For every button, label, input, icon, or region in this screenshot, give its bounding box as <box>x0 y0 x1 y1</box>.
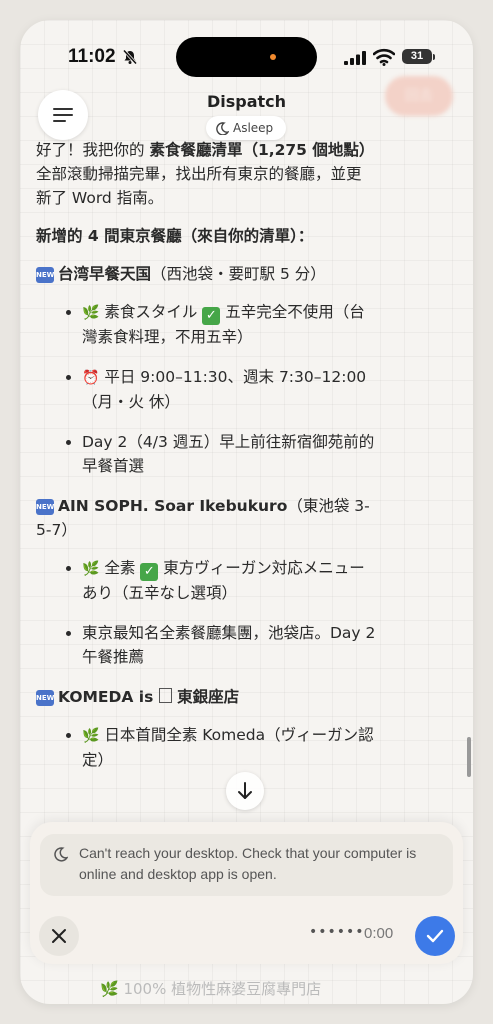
bullet-text: 東京最知名全素餐廳集團，池袋店。Day 2 午餐推薦 <box>82 624 376 666</box>
check-icon: ✓ <box>202 307 221 325</box>
status-label: Asleep <box>233 121 274 135</box>
voice-input-panel: Can't reach your desktop. Check that you… <box>30 822 463 964</box>
scrollbar[interactable] <box>467 737 471 777</box>
confirm-button[interactable] <box>415 916 455 956</box>
bullet-text: Day 2（4/3 週五）早上前往新宿御苑前的早餐首選 <box>82 433 375 475</box>
check-icon: ✓ <box>140 563 159 581</box>
restaurant-name: KOMEDA is <box>58 688 159 706</box>
battery-tip <box>433 54 435 60</box>
wifi-icon <box>373 48 395 66</box>
restaurant-title: NEW KOMEDA is 東銀座店 <box>36 685 376 709</box>
checkmark-icon <box>426 929 444 943</box>
bullet-lead: 全素 <box>99 559 141 577</box>
list-item: 東京最知名全素餐廳集團，池袋店。Day 2 午餐推薦 <box>82 621 376 669</box>
intro-rest: 全部滾動掃描完畢，找出所有東京的餐廳，並更新了 Word 指南。 <box>36 165 362 207</box>
blurred-action-button[interactable]: 回去 <box>385 76 453 116</box>
notice-text: Can't reach your desktop. Check that you… <box>79 845 417 882</box>
status-badge: Asleep <box>206 116 286 140</box>
status-time: 11:02 <box>68 46 116 67</box>
herb-icon: 🌿 <box>82 728 100 744</box>
intro-paragraph: 好了！我把你的 素食餐廳清單（1,275 個地點） 全部滾動掃描完畢，找出所有東… <box>36 138 376 210</box>
intro-lead: 好了！我把你的 <box>36 141 150 159</box>
alarm-clock-icon: ⏰ <box>82 370 100 386</box>
herb-icon: 🌿 <box>82 305 100 321</box>
bullet-text: 日本首間全素 Komeda（ヴィーガン認定） <box>82 726 374 769</box>
list-item: 🌿 素食スタイル ✓ 五辛完全不使用（台灣素食料理，不用五辛） <box>82 300 376 349</box>
restaurant-location: （西池袋・要町駅 5 分） <box>151 265 326 283</box>
list-item: ⏰ 平日 9:00–11:30、週末 7:30–12:00（月・火 休） <box>82 365 376 414</box>
list-item: Day 2（4/3 週五）早上前往新宿御苑前的早餐首選 <box>82 430 376 478</box>
restaurant-details: 🌿 全素 ✓ 東方ヴィーガン対応メニューあり（五辛なし選項） 東京最知名全素餐廳… <box>36 556 376 669</box>
restaurant-name: 台湾早餐天国 <box>58 265 152 283</box>
audio-level-indicator: •••••• <box>309 924 365 940</box>
new-badge-icon: NEW <box>36 690 54 706</box>
bell-muted-icon <box>122 49 138 65</box>
connection-notice: Can't reach your desktop. Check that you… <box>40 834 453 896</box>
phone-screen: 11:02 31 Dispatch Asleep 回去 好了！我把你的 素食餐廳… <box>20 20 473 1004</box>
cellular-signal-icon <box>344 51 366 65</box>
restaurant-title: NEW AIN SOPH. Soar Ikebukuro（東池袋 3-5-7） <box>36 494 376 542</box>
recording-timer: 0:00 <box>364 925 394 942</box>
section-heading-text: 新增的 4 間東京餐廳（來自你的清單）： <box>36 227 314 245</box>
restaurant-name: AIN SOPH. Soar Ikebukuro <box>58 497 288 515</box>
herb-icon: 🌿 <box>82 561 100 577</box>
new-badge-icon: NEW <box>36 499 54 515</box>
cancel-button[interactable] <box>39 916 79 956</box>
assistant-message: 好了！我把你的 素食餐廳清單（1,275 個地點） 全部滾動掃描完畢，找出所有東… <box>36 138 376 838</box>
arrow-down-icon <box>238 782 252 799</box>
obscured-list-item: 🌿 100% 植物性麻婆豆腐專門店 <box>100 980 322 998</box>
restaurant-name-suffix: 東銀座店 <box>171 688 240 706</box>
intro-bold: 素食餐廳清單（1,275 個地點） <box>149 141 375 159</box>
bullet-lead: 素食スタイル <box>99 303 203 321</box>
section-heading: 新增的 4 間東京餐廳（來自你的清單）： <box>36 224 376 248</box>
list-item: 🌿 日本首間全素 Komeda（ヴィーガン認定） <box>82 723 376 772</box>
scroll-to-bottom-button[interactable] <box>226 772 264 810</box>
dynamic-island <box>176 37 317 77</box>
close-icon <box>52 929 66 943</box>
new-badge-icon: NEW <box>36 267 54 283</box>
moon-icon <box>216 122 229 135</box>
list-item: 🌿 全素 ✓ 東方ヴィーガン対応メニューあり（五辛なし選項） <box>82 556 376 605</box>
restaurant-details: 🌿 素食スタイル ✓ 五辛完全不使用（台灣素食料理，不用五辛） ⏰ 平日 9:0… <box>36 300 376 478</box>
restaurant-details: 🌿 日本首間全素 Komeda（ヴィーガン認定） <box>36 723 376 772</box>
moon-icon <box>54 847 68 862</box>
battery-indicator: 31 <box>402 49 432 64</box>
bullet-text: 平日 9:00–11:30、週末 7:30–12:00（月・火 休） <box>82 368 367 411</box>
recording-indicator-dot <box>270 54 276 60</box>
missing-glyph-box-icon <box>158 688 172 703</box>
restaurant-title: NEW 台湾早餐天国（西池袋・要町駅 5 分） <box>36 262 376 286</box>
